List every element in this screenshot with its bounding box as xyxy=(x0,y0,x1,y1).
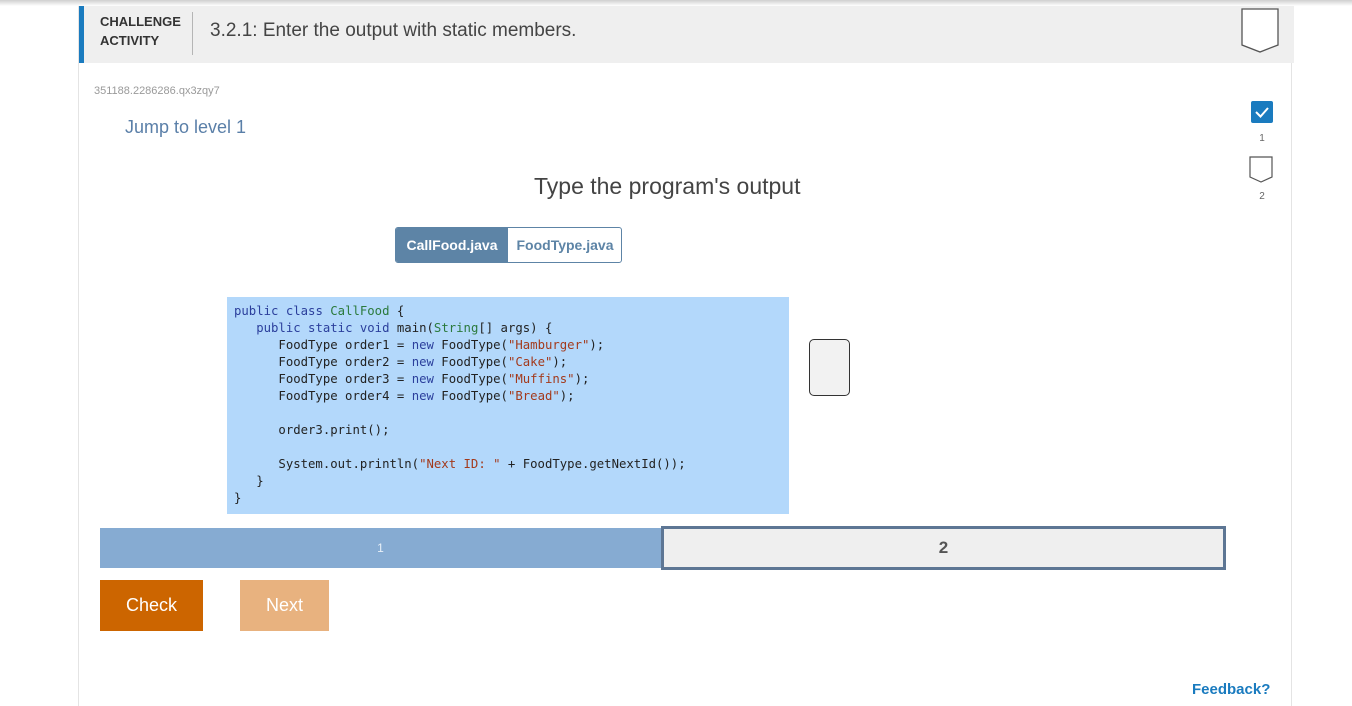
checkmark-icon xyxy=(1255,107,1269,118)
prompt-text: Type the program's output xyxy=(534,173,801,199)
label-line-1: CHALLENGE xyxy=(100,14,181,29)
code-panel: public class CallFood { public static vo… xyxy=(227,297,789,514)
activity-title: 3.2.1: Enter the output with static memb… xyxy=(210,20,577,41)
feedback-link[interactable]: Feedback? xyxy=(1192,681,1270,698)
progress-segment-1[interactable]: 1 xyxy=(100,528,661,568)
tab-foodtype-java[interactable]: FoodType.java xyxy=(509,228,621,262)
level-1-number: 1 xyxy=(1259,133,1265,144)
code-line: FoodType order1 = new FoodType("Hamburge… xyxy=(234,338,605,352)
level-2-marker[interactable] xyxy=(1249,156,1273,183)
code-line: order3.print(); xyxy=(234,423,390,437)
code-line: public static void main(String[] args) { xyxy=(256,321,553,335)
label-line-2: ACTIVITY xyxy=(100,33,160,48)
code-line: System.out.println("Next ID: " + FoodTyp… xyxy=(234,457,686,471)
tab-callfood-java[interactable]: CallFood.java xyxy=(396,228,509,262)
code-line: } xyxy=(234,491,242,505)
code-line: FoodType order4 = new FoodType("Bread"); xyxy=(234,389,575,403)
header-divider xyxy=(192,12,193,55)
output-input[interactable] xyxy=(809,339,850,396)
code-line: } xyxy=(234,474,264,488)
level-2-number: 2 xyxy=(1259,191,1265,202)
level-1-checkbox[interactable] xyxy=(1251,101,1273,123)
challenge-activity-label: CHALLENGE ACTIVITY xyxy=(100,12,181,50)
activity-header: CHALLENGE ACTIVITY 3.2.1: Enter the outp… xyxy=(79,6,1294,63)
header-accent-bar xyxy=(79,6,84,63)
code-line: FoodType order2 = new FoodType("Cake"); xyxy=(234,355,568,369)
jump-to-level-link[interactable]: Jump to level 1 xyxy=(125,117,246,138)
activity-id: 351188.2286286.qx3zqy7 xyxy=(94,85,220,97)
check-button[interactable]: Check xyxy=(100,580,203,631)
next-button[interactable]: Next xyxy=(240,580,329,631)
code-line: FoodType order3 = new FoodType("Muffins"… xyxy=(234,372,590,386)
file-tabs: CallFood.java FoodType.java xyxy=(395,227,622,263)
bookmark-icon[interactable] xyxy=(1241,8,1279,53)
progress-segment-2[interactable]: 2 xyxy=(661,526,1226,570)
code-line: public class CallFood { xyxy=(234,304,405,318)
